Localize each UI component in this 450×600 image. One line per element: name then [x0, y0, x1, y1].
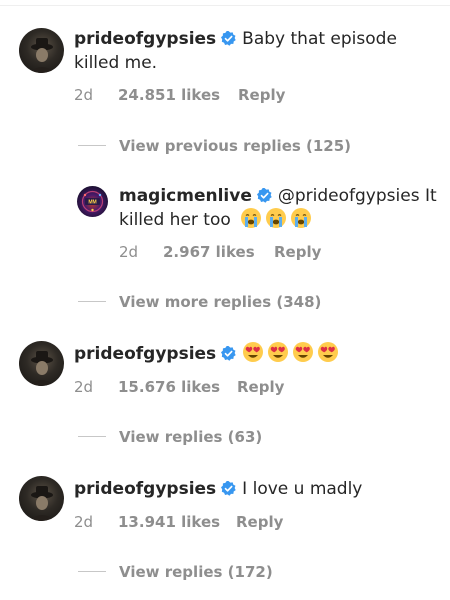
view-replies-label[interactable]: View replies (172)	[119, 562, 273, 582]
username[interactable]: prideofgypsies	[74, 479, 216, 499]
divider-dash	[78, 571, 106, 572]
heart-eyes-emoji-icon	[318, 342, 339, 362]
comment-text-line-2: killed her too	[119, 207, 315, 233]
comment-text-line-1: prideofgypsies I love u madly	[74, 477, 362, 504]
avatar[interactable]: MM	[77, 186, 108, 217]
timestamp: 2d	[74, 513, 94, 531]
svg-text:MM: MM	[88, 200, 96, 206]
crying-face-emoji-icon	[241, 208, 262, 228]
comment-meta: 2d 2.967 likes Reply	[119, 243, 419, 263]
comment-body: I love u madly	[242, 479, 363, 499]
username[interactable]: magicmenlive	[119, 186, 252, 206]
comment-meta: 2d 15.676 likes Reply	[74, 378, 374, 398]
heart-eyes-emoji-icon	[268, 342, 289, 362]
verified-badge-icon	[221, 344, 236, 369]
divider-dash	[78, 436, 106, 437]
timestamp: 2d	[74, 378, 94, 396]
crying-face-emoji-icon	[266, 208, 287, 228]
comment-meta: 2d 24.851 likes Reply	[74, 86, 374, 106]
avatar[interactable]	[19, 28, 64, 73]
comment-text-line-2: killed me.	[74, 51, 157, 76]
hat-silhouette-avatar-icon	[29, 351, 55, 386]
view-replies-label[interactable]: View previous replies (125)	[119, 136, 351, 156]
emoji-group	[240, 208, 315, 230]
magicmen-logo-avatar-icon: MM	[81, 190, 104, 213]
divider-dash	[78, 301, 106, 302]
reply-button[interactable]: Reply	[238, 86, 285, 104]
comment-body: Baby that episode	[242, 29, 397, 49]
comment-body: @prideofgypsies It	[277, 186, 437, 206]
reply-button[interactable]: Reply	[274, 243, 321, 261]
hat-silhouette-avatar-icon	[29, 486, 55, 521]
likes-count[interactable]: 13.941 likes	[118, 513, 220, 531]
timestamp: 2d	[119, 243, 139, 261]
username[interactable]: prideofgypsies	[74, 344, 216, 364]
emoji-group	[242, 342, 342, 364]
view-replies-label[interactable]: View replies (63)	[119, 427, 262, 447]
view-replies-label[interactable]: View more replies (348)	[119, 292, 321, 312]
top-divider	[0, 5, 450, 6]
heart-eyes-emoji-icon	[243, 342, 264, 362]
likes-count[interactable]: 24.851 likes	[118, 86, 220, 104]
reply-button[interactable]: Reply	[236, 513, 283, 531]
avatar[interactable]	[19, 341, 64, 386]
crying-face-emoji-icon	[291, 208, 312, 228]
username[interactable]: prideofgypsies	[74, 29, 216, 49]
comment-text-line-1: prideofgypsies Baby that episode	[74, 27, 397, 54]
verified-badge-icon	[221, 29, 236, 54]
avatar[interactable]	[19, 476, 64, 521]
comment-text-line-1: prideofgypsies	[74, 341, 342, 369]
heart-eyes-emoji-icon	[293, 342, 314, 362]
verified-badge-icon	[221, 479, 236, 504]
likes-count[interactable]: 15.676 likes	[118, 378, 220, 396]
comment-meta: 2d 13.941 likes Reply	[74, 513, 374, 533]
divider-dash	[78, 145, 106, 146]
hat-silhouette-avatar-icon	[29, 38, 55, 73]
likes-count[interactable]: 2.967 likes	[163, 243, 255, 261]
comment-body-continued: killed her too	[119, 210, 231, 230]
timestamp: 2d	[74, 86, 94, 104]
comment-body-continued: killed me.	[74, 53, 158, 73]
reply-button[interactable]: Reply	[237, 378, 284, 396]
